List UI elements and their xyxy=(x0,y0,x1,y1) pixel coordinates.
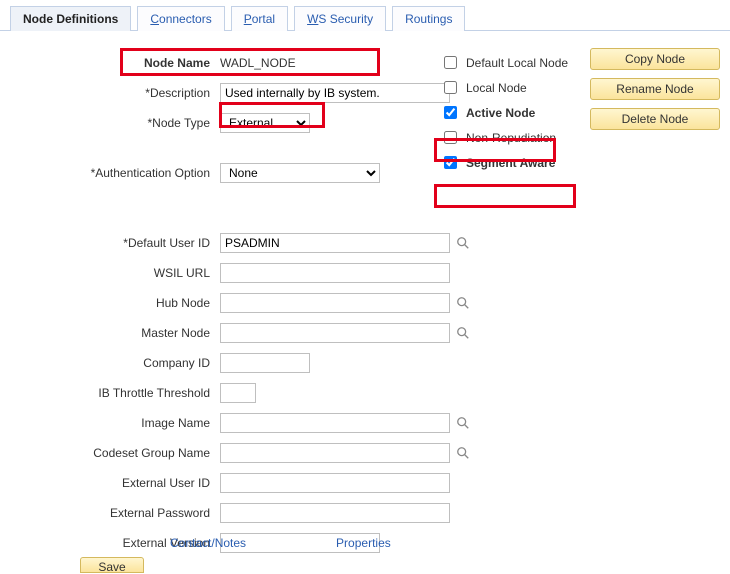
codeset-group-field[interactable] xyxy=(220,443,450,463)
image-name-field[interactable] xyxy=(220,413,450,433)
tab-portal[interactable]: Portal xyxy=(231,6,288,31)
hub-node-field[interactable] xyxy=(220,293,450,313)
tab-strip: Node Definitions Connectors Portal WS Se… xyxy=(0,0,730,31)
link-properties[interactable]: Properties xyxy=(336,536,391,550)
label-master-node: Master Node xyxy=(0,326,220,340)
description-field[interactable] xyxy=(220,83,450,103)
save-button[interactable]: Save xyxy=(80,557,144,573)
label-description: *Description xyxy=(0,86,220,100)
link-contact-notes[interactable]: Contact/Notes xyxy=(170,536,246,550)
lookup-icon[interactable] xyxy=(456,236,470,250)
label-hub-node: Hub Node xyxy=(0,296,220,310)
auth-option-select[interactable]: None xyxy=(220,163,380,183)
lookup-icon[interactable] xyxy=(456,326,470,340)
tab-ws-security[interactable]: WS Security xyxy=(294,6,386,31)
node-type-select[interactable]: External xyxy=(220,113,310,133)
tab-routings[interactable]: Routings xyxy=(392,6,465,31)
label-ext-password: External Password xyxy=(0,506,220,520)
wsil-url-field[interactable] xyxy=(220,263,450,283)
checkbox-segment-aware[interactable]: Segment Aware xyxy=(438,152,572,173)
lookup-icon[interactable] xyxy=(456,446,470,460)
label-node-name: Node Name xyxy=(144,56,210,70)
checkbox-local-node[interactable]: Local Node xyxy=(438,77,572,98)
value-node-name: WADL_NODE xyxy=(220,56,296,70)
lookup-icon[interactable] xyxy=(456,416,470,430)
master-node-field[interactable] xyxy=(220,323,450,343)
copy-node-button[interactable]: Copy Node xyxy=(590,48,720,70)
label-company-id: Company ID xyxy=(0,356,220,370)
default-user-id-field[interactable] xyxy=(220,233,450,253)
ext-password-field[interactable] xyxy=(220,503,450,523)
label-default-user-id: *Default User ID xyxy=(0,236,220,250)
ib-throttle-field[interactable] xyxy=(220,383,256,403)
label-ext-user-id: External User ID xyxy=(0,476,220,490)
label-codeset-group: Codeset Group Name xyxy=(0,446,220,460)
checkbox-non-repudiation[interactable]: Non-Repudiation xyxy=(438,127,572,148)
label-node-type: *Node Type xyxy=(0,116,220,130)
checkbox-default-local-node[interactable]: Default Local Node xyxy=(438,52,572,73)
ext-user-id-field[interactable] xyxy=(220,473,450,493)
lookup-icon[interactable] xyxy=(456,296,470,310)
label-auth-option: *Authentication Option xyxy=(0,166,220,180)
checkbox-active-node[interactable]: Active Node xyxy=(438,102,572,123)
label-ib-throttle: IB Throttle Threshold xyxy=(0,386,220,400)
delete-node-button[interactable]: Delete Node xyxy=(590,108,720,130)
rename-node-button[interactable]: Rename Node xyxy=(590,78,720,100)
tab-node-definitions[interactable]: Node Definitions xyxy=(10,6,131,31)
company-id-field[interactable] xyxy=(220,353,310,373)
label-image-name: Image Name xyxy=(0,416,220,430)
tab-connectors[interactable]: Connectors xyxy=(137,6,224,31)
label-wsil-url: WSIL URL xyxy=(0,266,220,280)
